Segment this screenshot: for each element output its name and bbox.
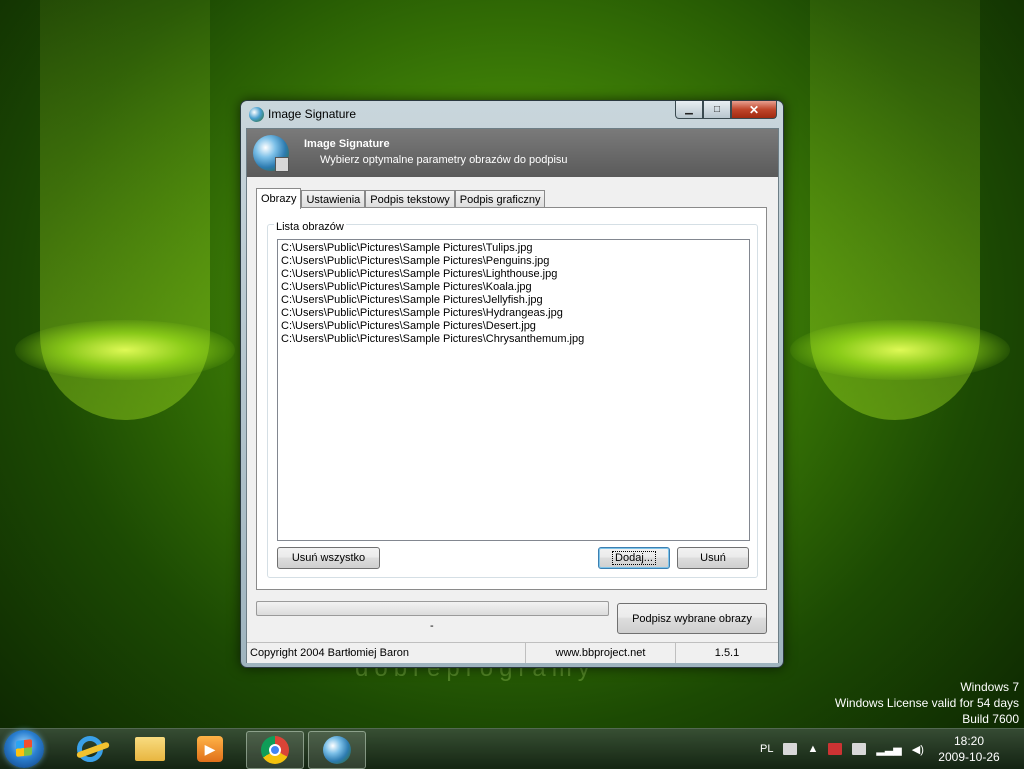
clock-time: 18:20	[953, 734, 985, 748]
media-player-icon: ▶	[197, 736, 223, 762]
status-version: 1.5.1	[714, 647, 740, 659]
taskbar-windows-explorer[interactable]	[122, 731, 178, 767]
app-globe-icon	[249, 107, 264, 122]
keyboard-icon[interactable]	[783, 743, 798, 755]
header-subtitle: Wybierz optymalne parametry obrazów do p…	[320, 154, 568, 166]
clock-date: 2009-10-26	[938, 750, 1000, 764]
list-item[interactable]: C:\Users\Public\Pictures\Sample Pictures…	[281, 333, 749, 346]
tab-podpis-tekstowy[interactable]: Podpis tekstowy	[365, 190, 455, 208]
clock[interactable]: 18:20 2009-10-26	[930, 733, 1008, 765]
progress-status-text: -	[430, 620, 434, 632]
list-item[interactable]: C:\Users\Public\Pictures\Sample Pictures…	[281, 255, 749, 268]
build-text: Build 7600	[962, 712, 1019, 726]
image-listbox[interactable]: C:\Users\Public\Pictures\Sample Pictures…	[277, 239, 750, 541]
taskbar-image-signature[interactable]	[308, 731, 366, 769]
wallpaper-glow-right	[790, 320, 1010, 380]
window-client-area: Image Signature Wybierz optymalne parame…	[246, 128, 779, 663]
progress-bar	[256, 601, 609, 616]
language-indicator[interactable]: PL	[760, 743, 773, 755]
list-item[interactable]: C:\Users\Public\Pictures\Sample Pictures…	[281, 307, 749, 320]
add-button[interactable]: Dodaj...	[598, 547, 670, 569]
remove-all-button[interactable]: Usuń wszystko	[277, 547, 380, 569]
windows-logo-icon	[16, 739, 32, 757]
list-item[interactable]: C:\Users\Public\Pictures\Sample Pictures…	[281, 268, 749, 281]
add-button-label: Dodaj...	[612, 551, 656, 565]
status-copyright: Copyright 2004 Bartłomiej Baron	[247, 643, 526, 663]
window-controls: ▁ □ ✕	[675, 101, 777, 119]
window-title: Image Signature	[268, 107, 357, 121]
system-tray: PL ▲ ▂▃▅ ◀)	[760, 729, 934, 769]
list-item[interactable]: C:\Users\Public\Pictures\Sample Pictures…	[281, 242, 749, 255]
tab-ustawienia[interactable]: Ustawienia	[301, 190, 366, 208]
speaker-icon[interactable]: ◀)	[912, 743, 924, 756]
dialog-header: Image Signature Wybierz optymalne parame…	[247, 129, 778, 177]
status-website-link[interactable]: www.bbproject.net	[526, 643, 676, 663]
taskbar-google-chrome[interactable]	[246, 731, 304, 769]
list-item[interactable]: C:\Users\Public\Pictures\Sample Pictures…	[281, 281, 749, 294]
sign-selected-images-button[interactable]: Podpisz wybrane obrazy	[617, 603, 767, 634]
network-signal-icon[interactable]: ▂▃▅	[876, 743, 901, 756]
taskbar-internet-explorer[interactable]	[62, 731, 118, 767]
windows-license-info: Windows 7 Windows License valid for 54 d…	[835, 679, 1019, 727]
maximize-button[interactable]: □	[703, 101, 731, 119]
tab-panel-obrazy: Lista obrazów C:\Users\Public\Pictures\S…	[256, 207, 767, 590]
tab-strip: Obrazy Ustawienia Podpis tekstowy Podpis…	[256, 187, 546, 209]
list-item[interactable]: C:\Users\Public\Pictures\Sample Pictures…	[281, 294, 749, 307]
internet-explorer-icon	[77, 736, 103, 762]
tab-podpis-graficzny[interactable]: Podpis graficzny	[454, 190, 546, 208]
show-hidden-icons-icon[interactable]: ▲	[807, 743, 818, 755]
tab-obrazy[interactable]: Obrazy	[256, 188, 302, 209]
image-signature-icon	[323, 736, 351, 764]
folder-icon	[135, 737, 165, 761]
chrome-icon	[261, 736, 289, 764]
remove-button[interactable]: Usuń	[677, 547, 749, 569]
start-button[interactable]	[4, 730, 44, 768]
minimize-button[interactable]: ▁	[675, 101, 703, 119]
window-titlebar[interactable]: Image Signature ▁ □ ✕	[241, 101, 783, 127]
image-list-group-label: Lista obrazów	[274, 221, 346, 233]
image-signature-window: Image Signature ▁ □ ✕ Image Signature Wy…	[240, 100, 784, 668]
status-bar: Copyright 2004 Bartłomiej Baron www.bbpr…	[247, 642, 778, 663]
taskbar-media-player[interactable]: ▶	[182, 731, 238, 767]
wallpaper-glow-left	[15, 320, 235, 380]
badge-icon	[275, 157, 289, 172]
taskbar: ▶ PL ▲ ▂▃▅ ◀) 18:20 2009-10-26	[0, 728, 1024, 769]
action-center-icon[interactable]	[828, 743, 843, 755]
close-button[interactable]: ✕	[731, 101, 777, 119]
safely-remove-hardware-icon[interactable]	[852, 743, 867, 755]
list-item[interactable]: C:\Users\Public\Pictures\Sample Pictures…	[281, 320, 749, 333]
os-name: Windows 7	[960, 680, 1019, 694]
license-text: Windows License valid for 54 days	[834, 696, 1019, 710]
header-title: Image Signature	[304, 138, 390, 150]
